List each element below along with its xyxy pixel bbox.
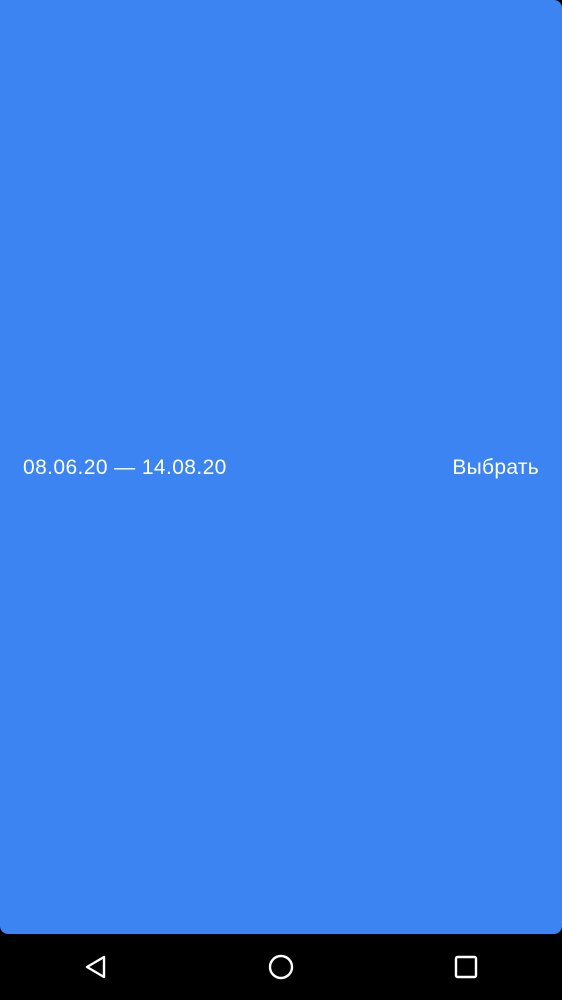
date-range-bar: 08.06.20 — 14.08.20 Выбрать: [0, 446, 562, 490]
recents-square-icon: [454, 955, 478, 979]
home-button[interactable]: [241, 934, 321, 1000]
back-triangle-icon: [85, 955, 106, 979]
home-circle-icon: [268, 954, 294, 980]
date-range-text: 08.06.20 — 14.08.20: [23, 456, 227, 479]
date-picker-sheet: 08.06.20 — 14.08.20 Выбрать: [0, 0, 562, 934]
back-button[interactable]: [56, 934, 136, 1000]
system-navigation-bar: [0, 934, 562, 1000]
recents-button[interactable]: [426, 934, 506, 1000]
screen: 08.06.20 — 14.08.20 Выбрать: [0, 0, 562, 1000]
choose-button[interactable]: Выбрать: [452, 456, 539, 480]
